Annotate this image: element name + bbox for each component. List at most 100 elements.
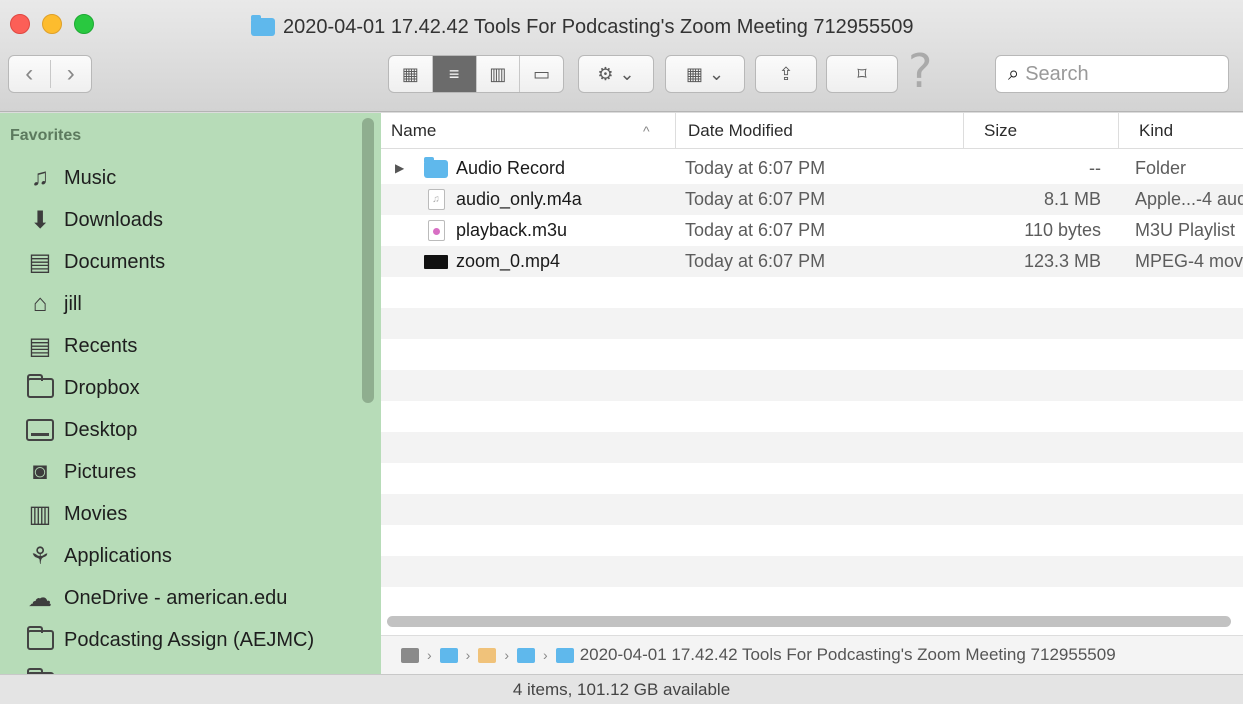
empty-row (381, 556, 1243, 587)
title-bar: 2020-04-01 17.42.42 Tools For Podcasting… (0, 0, 1243, 112)
file-size: 8.1 MB (1043, 189, 1101, 209)
file-list-pane: Name ^ Date Modified Size Kind ▶ Audio R… (381, 113, 1243, 674)
column-kind[interactable]: Kind (1118, 113, 1243, 149)
tag-button[interactable]: ⌑ (826, 55, 898, 93)
file-row-audio-only[interactable]: ♫ audio_only.m4a Today at 6:07 PM 8.1 MB… (381, 184, 1243, 215)
list-view-button[interactable]: ≡ (431, 56, 476, 92)
sidebar-item-label: Applications (64, 544, 172, 567)
file-row-zoom-video[interactable]: zoom_0.mp4 Today at 6:07 PM 123.3 MB MPE… (381, 246, 1243, 277)
sort-ascending-icon: ^ (643, 123, 650, 139)
close-button[interactable] (10, 14, 30, 34)
sidebar-item-onedrive[interactable]: ☁ OneDrive - american.edu (26, 577, 314, 619)
hard-drive-icon[interactable] (401, 647, 419, 663)
home-icon[interactable] (478, 647, 497, 663)
playlist-file-icon (427, 220, 445, 241)
icon-view-button[interactable]: ▦ (389, 56, 432, 92)
sidebar-item-applications[interactable]: ⚘ Applications (26, 535, 314, 577)
chevron-right-icon: › (427, 647, 432, 663)
empty-row (381, 494, 1243, 525)
file-date: Today at 6:07 PM (685, 189, 826, 209)
folder-icon (26, 626, 54, 650)
disclosure-triangle-icon[interactable]: ▶ (395, 153, 409, 184)
column-header: Name ^ Date Modified Size Kind (381, 113, 1243, 149)
folder-icon (251, 15, 275, 36)
gear-icon: ⚙ (597, 63, 614, 84)
empty-row (381, 277, 1243, 308)
sidebar-item-podcasting-assign[interactable]: Podcasting Assign (AEJMC) (26, 619, 314, 661)
empty-row (381, 587, 1243, 618)
sidebar-item-partial[interactable] (26, 661, 314, 674)
sidebar-item-pictures[interactable]: ◙ Pictures (26, 451, 314, 493)
column-size[interactable]: Size (963, 113, 1118, 149)
minimize-button[interactable] (42, 14, 62, 34)
cloud-icon: ☁ (28, 584, 52, 612)
grid-icon: ▦ (401, 63, 419, 84)
sidebar-list: ♫ Music ⬇ Downloads ▤ Documents ⌂ jill ▤… (26, 157, 314, 674)
documents-folder-icon[interactable] (517, 647, 536, 663)
sidebar-item-label: Music (64, 166, 117, 189)
file-size: 123.3 MB (1023, 251, 1101, 271)
file-size: -- (1089, 158, 1101, 178)
horizontal-scrollbar[interactable] (387, 616, 1231, 627)
view-mode-control: ▦ ≡ ▥ ▭ (388, 55, 564, 93)
file-row-playback[interactable]: playback.m3u Today at 6:07 PM 110 bytes … (381, 215, 1243, 246)
sidebar-item-recents[interactable]: ▤ Recents (26, 325, 314, 367)
sidebar-item-downloads[interactable]: ⬇ Downloads (26, 199, 314, 241)
action-menu-button[interactable]: ⚙ ⌄ (578, 55, 654, 93)
folder-icon (424, 156, 448, 178)
share-button[interactable]: ⇪ (755, 55, 817, 93)
file-rows: ▶ Audio Record Today at 6:07 PM -- Folde… (381, 153, 1243, 618)
sidebar-item-jill[interactable]: ⌂ jill (26, 283, 314, 325)
group-by-button[interactable]: ▦ ⌄ (665, 55, 745, 93)
video-file-icon (424, 254, 448, 269)
desktop-icon (26, 419, 54, 441)
help-icon[interactable]: ? (908, 46, 932, 96)
file-kind: MPEG-4 movie (1135, 251, 1243, 271)
forward-button[interactable]: › (49, 60, 92, 88)
chevron-right-icon: › (465, 647, 471, 663)
file-kind: M3U Playlist (1135, 220, 1236, 240)
folder-icon (26, 374, 54, 398)
sidebar-item-desktop[interactable]: Desktop (26, 409, 314, 451)
sidebar-item-dropbox[interactable]: Dropbox (26, 367, 314, 409)
group-icon: ▦ (685, 63, 703, 84)
camera-icon: ◙ (32, 458, 48, 485)
sidebar-item-label: OneDrive - american.edu (64, 586, 288, 609)
sidebar-item-label: jill (64, 292, 82, 315)
column-view-button[interactable]: ▥ (475, 56, 520, 92)
back-button[interactable]: ‹ (9, 60, 50, 88)
recents-icon: ▤ (28, 332, 52, 360)
file-date: Today at 6:07 PM (685, 158, 826, 178)
sidebar-item-music[interactable]: ♫ Music (26, 157, 314, 199)
column-name[interactable]: Name (391, 113, 671, 149)
download-icon: ⬇ (29, 206, 51, 234)
sidebar-item-label: Desktop (64, 418, 138, 441)
chevron-down-icon: ⌄ (619, 63, 635, 84)
path-current-folder[interactable]: 2020-04-01 17.42.42 Tools For Podcasting… (580, 645, 1116, 665)
path-bar: › › › › 2020-04-01 17.42.42 Tools For Po… (381, 635, 1243, 674)
sidebar-item-movies[interactable]: ▥ Movies (26, 493, 314, 535)
columns-icon: ▥ (489, 63, 507, 84)
search-input[interactable] (1025, 62, 1216, 86)
empty-row (381, 401, 1243, 432)
users-folder-icon[interactable] (439, 647, 458, 663)
sidebar-item-documents[interactable]: ▤ Documents (26, 241, 314, 283)
column-date-modified[interactable]: Date Modified (675, 113, 955, 149)
file-name: zoom_0.mp4 (456, 251, 561, 271)
sidebar-scrollbar[interactable] (362, 118, 374, 403)
applications-icon: ⚘ (29, 542, 51, 570)
empty-row (381, 525, 1243, 556)
gallery-icon: ▭ (533, 63, 551, 84)
share-icon: ⇪ (778, 63, 794, 84)
gallery-view-button[interactable]: ▭ (519, 56, 563, 92)
chevron-right-icon: › (504, 647, 510, 663)
sidebar-item-label: Documents (64, 250, 166, 273)
file-row-audio-record[interactable]: ▶ Audio Record Today at 6:07 PM -- Folde… (381, 153, 1243, 184)
search-field[interactable]: ⌕ (995, 55, 1229, 93)
empty-row (381, 308, 1243, 339)
sidebar-heading: Favorites (10, 127, 82, 144)
window-title: 2020-04-01 17.42.42 Tools For Podcasting… (251, 14, 914, 40)
chevron-down-icon: ⌄ (708, 63, 725, 84)
zoom-button[interactable] (74, 14, 94, 34)
back-forward-control: ‹ › (8, 55, 92, 93)
